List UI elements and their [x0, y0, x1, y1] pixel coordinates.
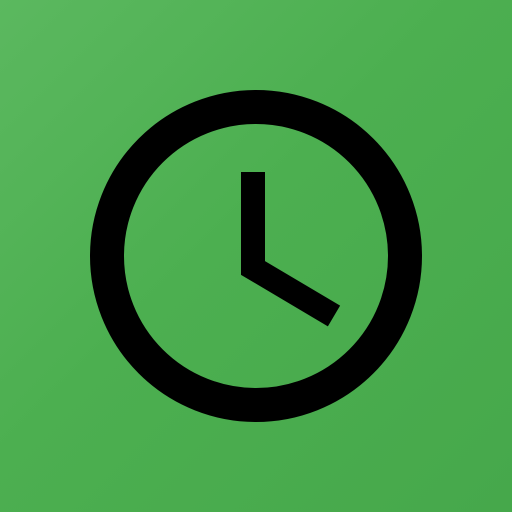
clock-hands: [241, 172, 341, 327]
clock-icon: [90, 90, 422, 422]
app-icon-tile: [0, 0, 512, 512]
